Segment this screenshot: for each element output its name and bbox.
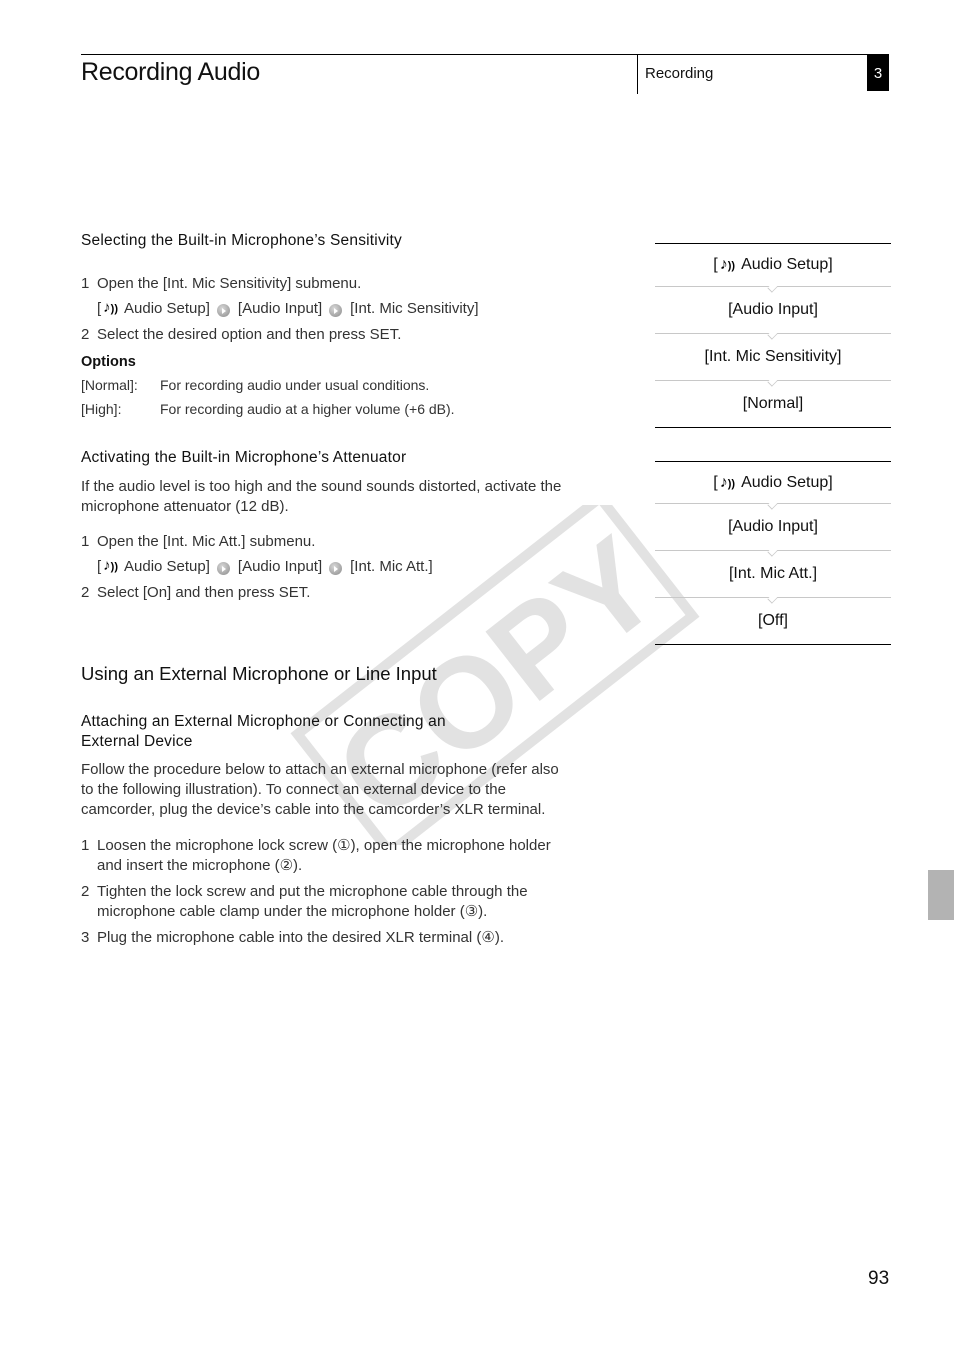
arrow-right-icon — [216, 304, 230, 317]
header-rule — [81, 54, 889, 55]
menu-path: [ ♪)) Audio Setup] [Audio Input] [Int. M… — [97, 556, 621, 577]
external-subheading: Attaching an External Microphone or Conn… — [81, 713, 446, 750]
menu-step: [♪)) Audio Setup] — [713, 256, 833, 273]
menu-step: [Int. Mic Att.] — [728, 565, 818, 582]
external-heading: Using an External Microphone or Line Inp… — [81, 663, 437, 684]
menu-step-value: [Normal] — [742, 395, 804, 412]
arrow-right-icon — [216, 562, 230, 575]
audio-setup-icon: ♪)) — [719, 256, 736, 273]
menu-step: [Int. Mic Sensitivity] — [704, 348, 842, 365]
step-2: 2 Tighten the lock screw and put the mic… — [81, 883, 528, 920]
header-divider — [637, 54, 638, 94]
chapter-side-tab — [928, 870, 954, 920]
menu-step: [Audio Input] — [728, 518, 818, 535]
option-row: [High]: For recording audio at a higher v… — [81, 401, 455, 417]
external-steps: 1 Loosen the microphone lock screw (①), … — [81, 836, 621, 948]
step-1: 1 Open the [Int. Mic Att.] submenu. — [81, 533, 316, 550]
attenuator-heading: Activating the Built-in Microphone’s Att… — [81, 449, 407, 466]
step-2: 2 Select the desired option and then pre… — [81, 326, 402, 343]
sensitivity-heading: Selecting the Built-in Microphone’s Sens… — [81, 232, 402, 249]
page-title: Recording Audio — [81, 58, 260, 86]
step-1: 1 Open the [Int. Mic Sensitivity] submen… — [81, 275, 362, 292]
step-2: 2 Select [On] and then press SET. — [81, 584, 311, 601]
menu-step-value: [Off] — [758, 612, 788, 629]
section-label: Recording — [645, 65, 714, 82]
audio-setup-icon: ♪)) — [103, 557, 118, 574]
sensitivity-steps: 1 Open the [Int. Mic Sensitivity] submen… — [81, 274, 621, 345]
step-3: 3 Plug the microphone cable into the des… — [81, 929, 504, 946]
menu-path: [ ♪)) Audio Setup] [Audio Input] [Int. M… — [97, 298, 621, 319]
audio-setup-icon: ♪)) — [103, 299, 118, 316]
audio-setup-icon: ♪)) — [719, 473, 736, 491]
menu-step: [Audio Input] — [728, 301, 818, 318]
option-row: [Normal]: For recording audio under usual… — [81, 377, 430, 393]
arrow-right-icon — [329, 304, 343, 317]
external-intro: Follow the procedure below to attach an … — [81, 761, 559, 818]
chapter-badge: 3 — [867, 55, 889, 91]
arrow-right-icon — [329, 562, 343, 575]
step-1: 1 Loosen the microphone lock screw (①), … — [81, 837, 551, 874]
menu-path-diagram-sensitivity: [♪)) Audio Setup] [Audio Input] [Int. Mic… — [655, 243, 891, 428]
attenuator-steps: 1 Open the [Int. Mic Att.] submenu. [ ♪)… — [81, 532, 621, 603]
attenuator-intro: If the audio level is too high and the s… — [81, 478, 562, 515]
page-number: 93 — [868, 1268, 890, 1289]
options-label: Options — [81, 354, 136, 370]
menu-path-diagram-attenuator: [♪)) Audio Setup] [Audio Input] [Int. Mic… — [655, 461, 891, 645]
menu-step: [♪)) Audio Setup] — [713, 473, 833, 491]
